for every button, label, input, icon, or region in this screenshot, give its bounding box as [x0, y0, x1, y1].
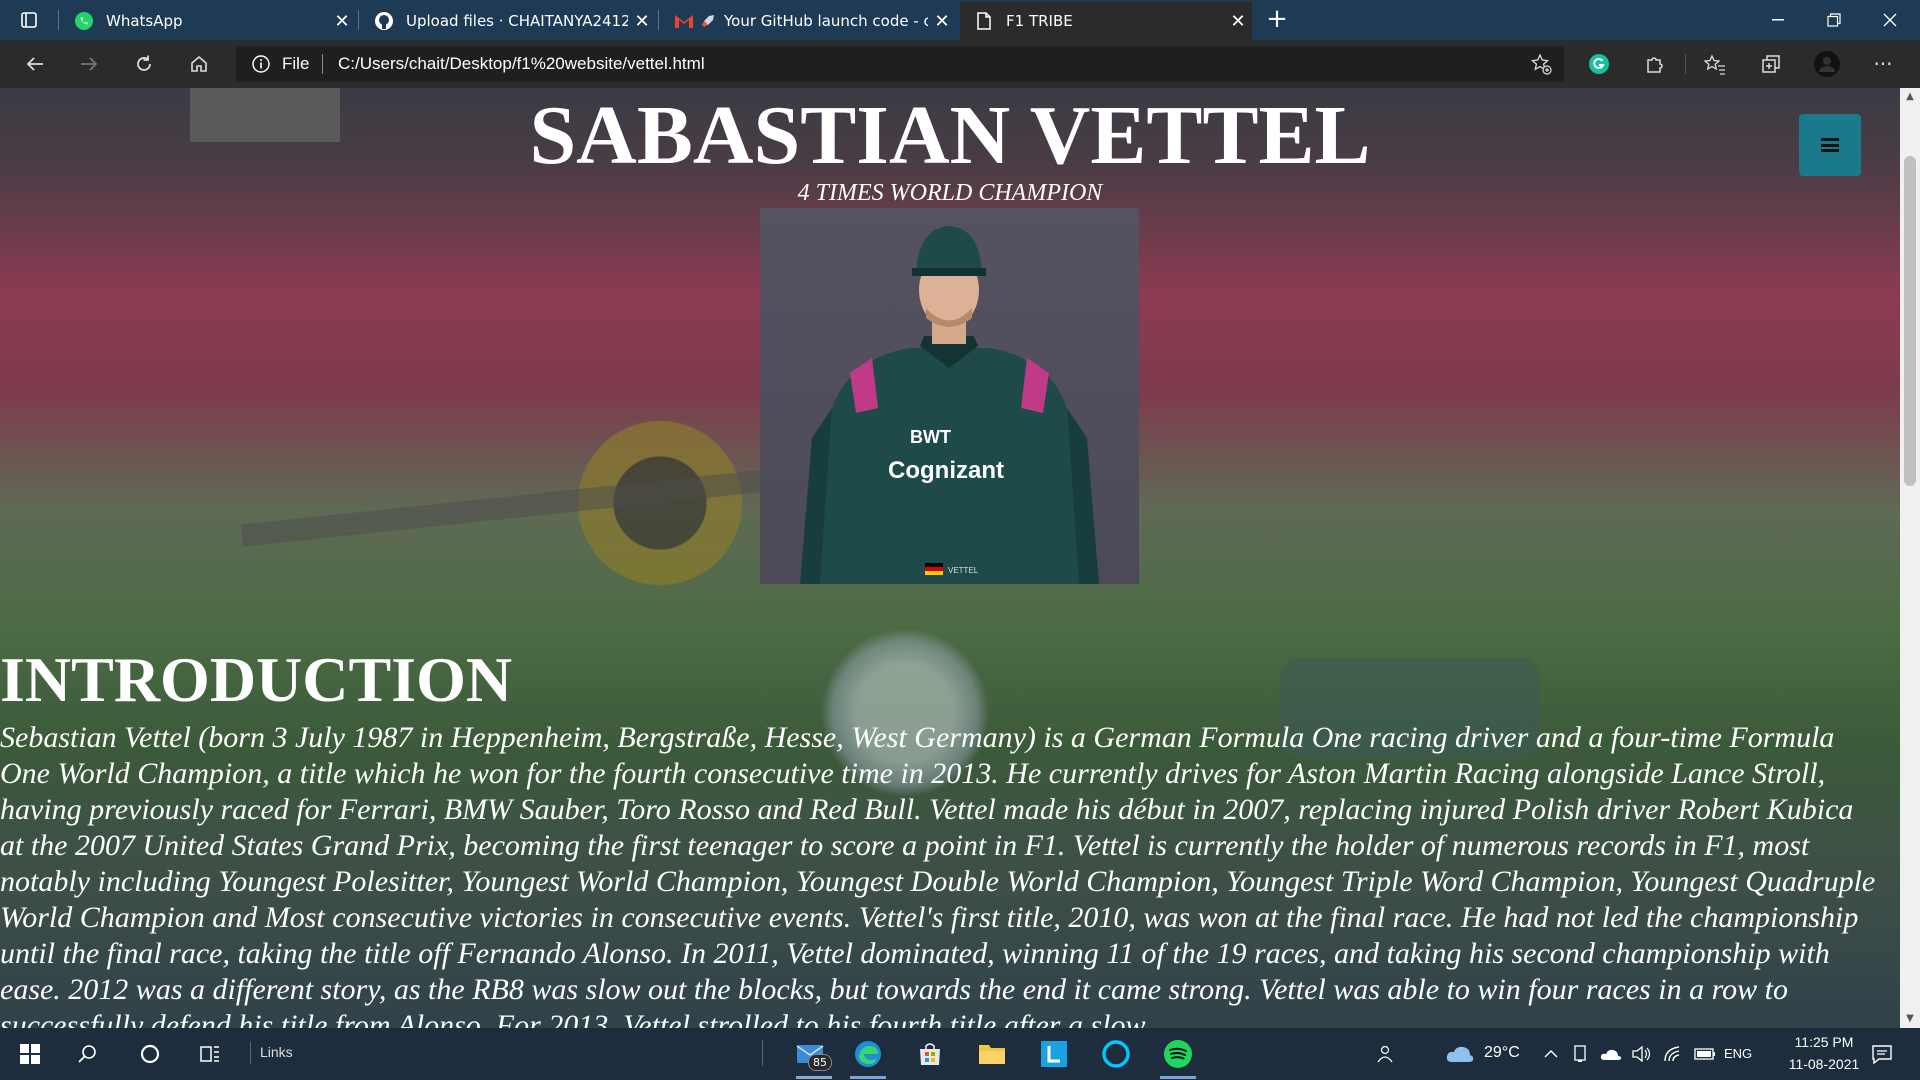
scroll-up-arrow-icon[interactable]: ▲ [1900, 88, 1920, 106]
favorites-icon[interactable] [1700, 50, 1730, 78]
file-explorer-icon[interactable] [972, 1038, 1012, 1070]
driver-portrait: BWT Cognizant VETTEL [760, 208, 1139, 584]
chevron-up-icon[interactable] [1540, 1038, 1562, 1070]
clock-time[interactable]: 11:25 PM [1776, 1034, 1872, 1050]
intro-paragraph: Sebastian Vettel (born 3 July 1987 in He… [0, 721, 1876, 1028]
tab-gmail[interactable]: Your GitHub launch code - c ✕ [660, 2, 956, 40]
taskbar-separator [250, 1042, 251, 1064]
tab-title: Upload files · CHAITANYA24120 [406, 12, 628, 30]
edge-icon[interactable] [848, 1038, 888, 1070]
hamburger-icon [1821, 138, 1839, 152]
close-icon[interactable]: ✕ [328, 11, 356, 32]
close-icon[interactable]: ✕ [628, 11, 656, 32]
suit-sponsor-cognizant: Cognizant [888, 457, 1004, 484]
grammarly-icon[interactable] [1584, 50, 1614, 78]
app-l-icon[interactable] [1034, 1038, 1074, 1070]
store-icon[interactable] [910, 1038, 950, 1070]
rocket-icon [700, 11, 716, 31]
toolbar-separator [1685, 54, 1686, 74]
gmail-icon [674, 11, 694, 31]
taskbar-separator [762, 1040, 763, 1066]
profile-avatar[interactable] [1812, 50, 1842, 78]
home-button[interactable] [182, 48, 216, 80]
tab-bar: WhatsApp ✕ Upload files · CHAITANYA24120… [0, 0, 1920, 40]
back-button[interactable] [18, 48, 52, 80]
windows-start-icon[interactable] [14, 1038, 46, 1070]
tab-separator [358, 10, 359, 30]
tab-whatsapp[interactable]: WhatsApp ✕ [60, 2, 356, 40]
forward-button[interactable] [72, 48, 106, 80]
weather-cloud-icon[interactable] [1440, 1038, 1480, 1070]
tab-title: F1 TRIBE [1006, 12, 1073, 30]
volume-icon[interactable] [1628, 1038, 1654, 1070]
page-scrollbar[interactable]: ▲ ▼ [1900, 88, 1920, 1028]
tab-title: WhatsApp [106, 12, 183, 30]
task-view-icon[interactable] [194, 1038, 226, 1070]
windows-taskbar: Links 85 29°C ENG 11:25 PM 11-08-2021 [0, 1028, 1920, 1080]
add-favorite-icon[interactable] [1530, 53, 1552, 75]
wifi-icon[interactable] [1660, 1038, 1686, 1070]
collections-icon[interactable] [1756, 50, 1786, 78]
whatsapp-icon [74, 11, 94, 31]
tab-title: Your GitHub launch code - c [724, 12, 928, 30]
tab-separator [658, 10, 659, 30]
people-icon[interactable] [1372, 1038, 1400, 1070]
search-icon[interactable] [72, 1038, 104, 1070]
scroll-thumb[interactable] [1904, 156, 1916, 486]
suit-sponsor-bwt: BWT [910, 427, 951, 447]
address-separator [322, 54, 323, 74]
clock-date[interactable]: 11-08-2021 [1776, 1056, 1872, 1072]
links-toolbar[interactable]: Links [260, 1044, 293, 1060]
weather-temperature[interactable]: 29°C [1484, 1044, 1520, 1062]
hamburger-menu-button[interactable] [1799, 114, 1861, 176]
address-bar-row: File C:/Users/chait/Desktop/f1%20website… [0, 40, 1920, 88]
taskbar-indicator-active [850, 1076, 886, 1079]
device-icon[interactable] [1568, 1038, 1592, 1070]
tab-separator [58, 10, 59, 30]
section-heading: INTRODUCTION [0, 644, 513, 715]
cortana-icon[interactable] [134, 1038, 166, 1070]
onedrive-icon[interactable] [1598, 1038, 1624, 1070]
minimize-button[interactable] [1750, 0, 1806, 40]
battery-icon[interactable] [1692, 1038, 1718, 1070]
page-title: SABASTIAN VETTEL [529, 89, 1371, 182]
page-icon [974, 11, 994, 31]
close-icon[interactable]: ✕ [928, 11, 956, 32]
info-icon[interactable] [252, 55, 270, 73]
page-subtitle: 4 TIMES WORLD CHAMPION [797, 180, 1103, 206]
close-icon[interactable]: ✕ [1224, 11, 1252, 32]
suit-name: VETTEL [948, 566, 979, 575]
tab-actions-icon[interactable] [14, 6, 44, 34]
restore-button[interactable] [1806, 0, 1862, 40]
file-scheme-label: File [282, 54, 310, 73]
tab-f1-tribe[interactable]: F1 TRIBE ✕ [960, 2, 1252, 40]
url-text[interactable]: C:/Users/chait/Desktop/f1%20website/vett… [338, 54, 705, 74]
close-window-button[interactable] [1862, 0, 1918, 40]
language-indicator[interactable]: ENG [1724, 1046, 1752, 1061]
taskbar-indicator-active [1160, 1076, 1196, 1079]
mail-unread-badge: 85 [808, 1054, 832, 1071]
refresh-button[interactable] [127, 48, 161, 80]
notifications-icon[interactable] [1866, 1038, 1898, 1070]
tab-github-upload[interactable]: Upload files · CHAITANYA24120 ✕ [360, 2, 656, 40]
page-content: SABASTIAN VETTEL 4 TIMES WORLD CHAMPION … [0, 88, 1900, 1028]
address-bar[interactable]: File C:/Users/chait/Desktop/f1%20website… [236, 46, 1564, 82]
spotify-icon[interactable] [1158, 1038, 1198, 1070]
scroll-down-arrow-icon[interactable]: ▼ [1900, 1010, 1920, 1028]
extensions-icon[interactable] [1640, 50, 1670, 78]
taskbar-indicator [796, 1076, 832, 1079]
more-options-icon[interactable]: ··· [1868, 50, 1898, 78]
alexa-icon[interactable] [1096, 1038, 1136, 1070]
new-tab-button[interactable]: + [1262, 6, 1292, 34]
github-icon [374, 11, 394, 31]
